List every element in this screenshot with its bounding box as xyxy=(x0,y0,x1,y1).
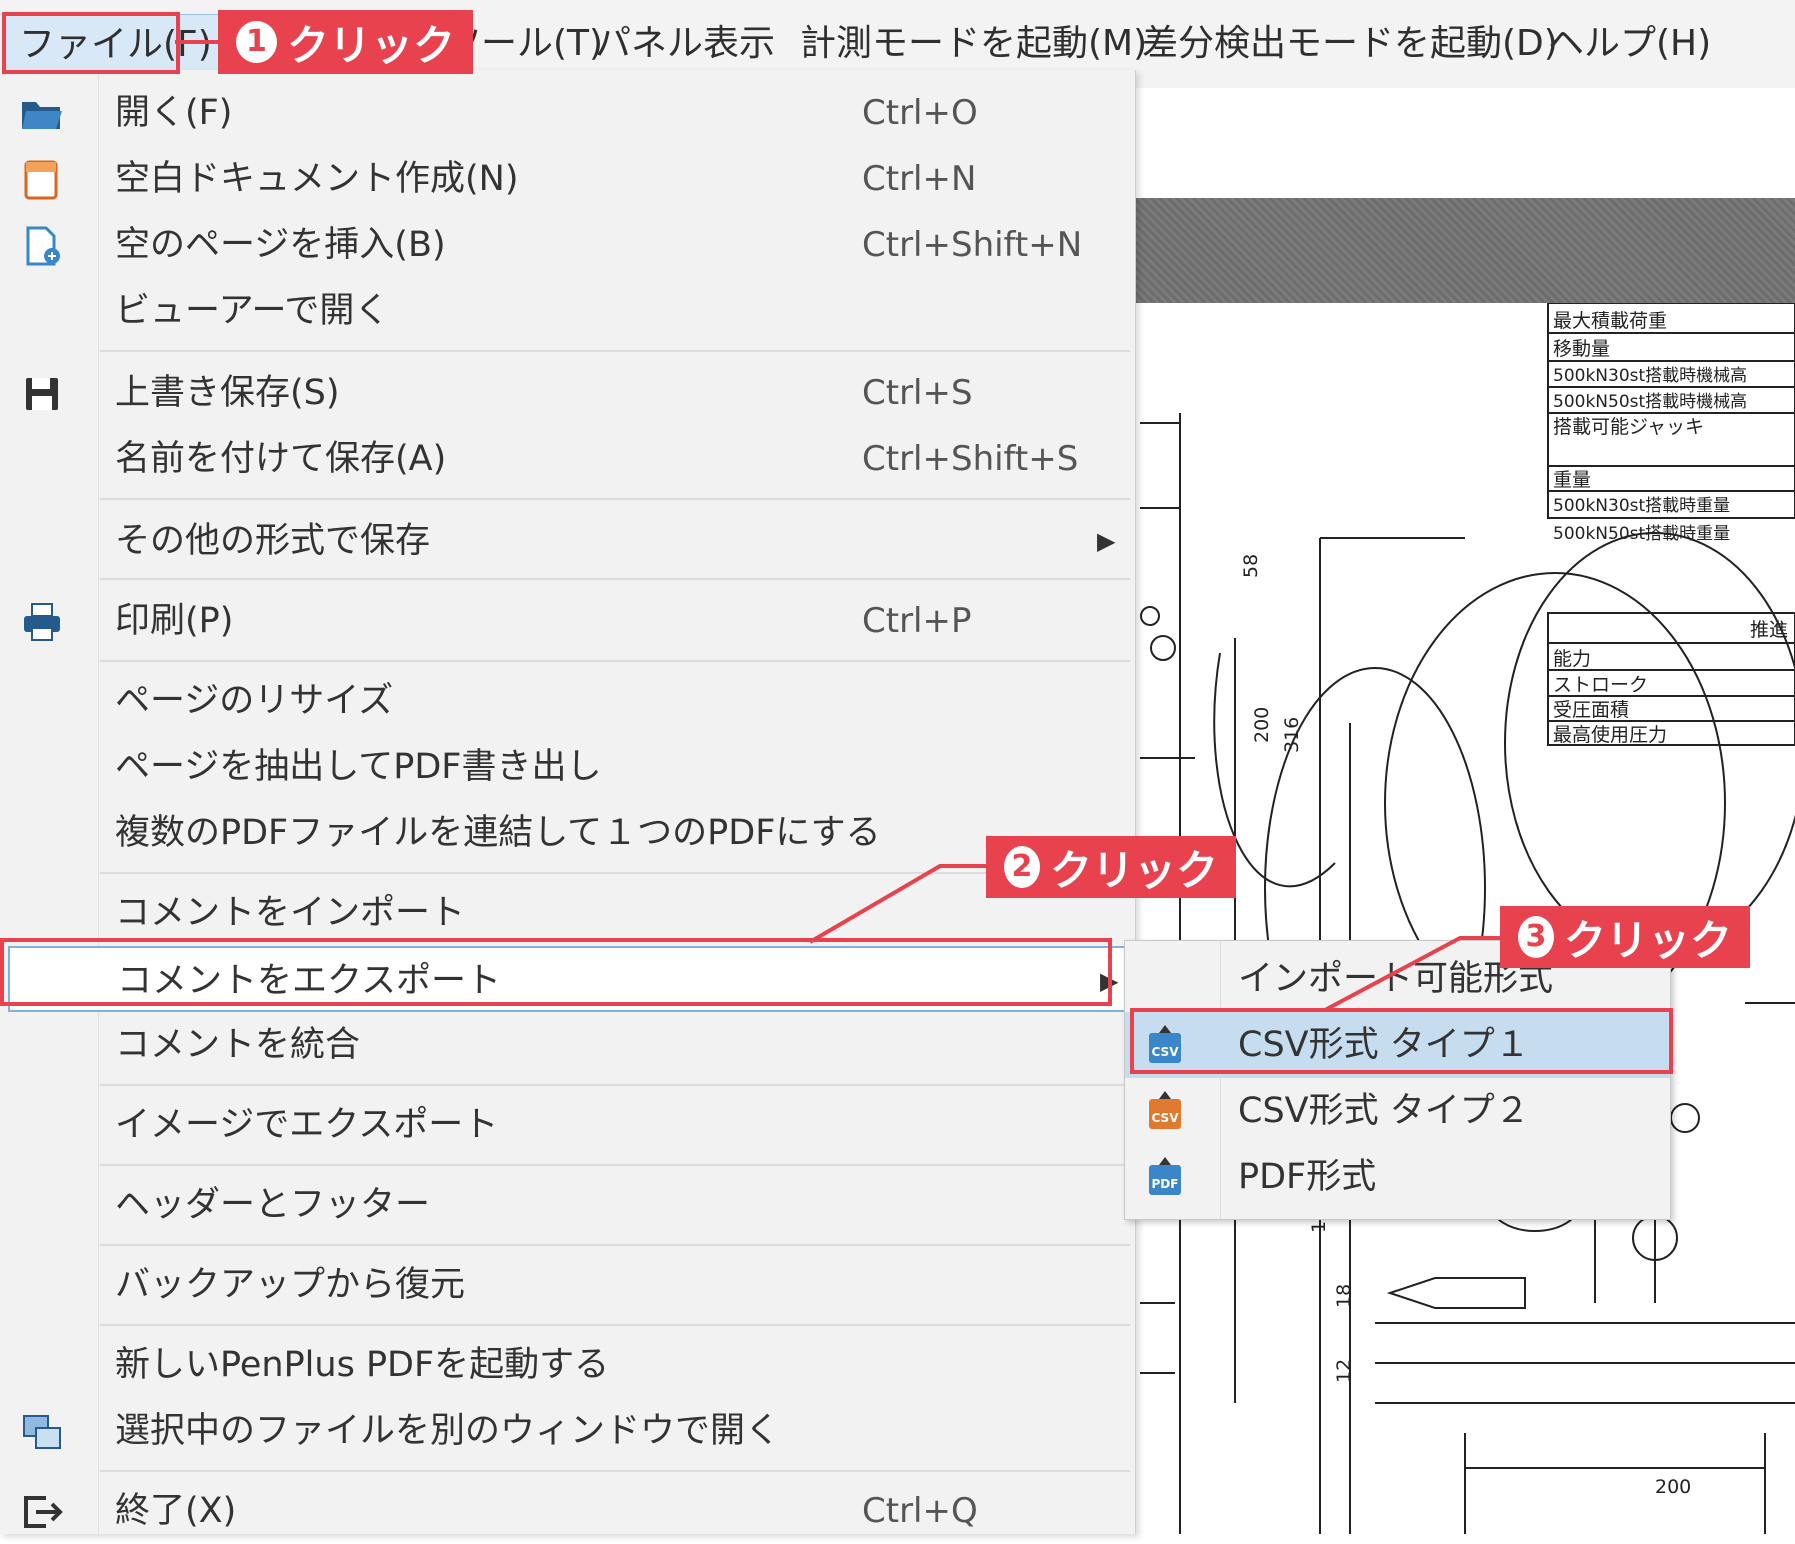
highlight-file-menu xyxy=(2,12,180,74)
highlight-csv-type1 xyxy=(1130,1008,1673,1074)
annotation-connectors xyxy=(175,40,1510,1012)
callout-step-3: 3 クリック xyxy=(1500,906,1750,968)
callout-step-2: 2 クリック xyxy=(986,836,1236,898)
callout-step-1: 1 クリック xyxy=(218,10,473,74)
highlight-export-comments xyxy=(0,938,1112,1006)
